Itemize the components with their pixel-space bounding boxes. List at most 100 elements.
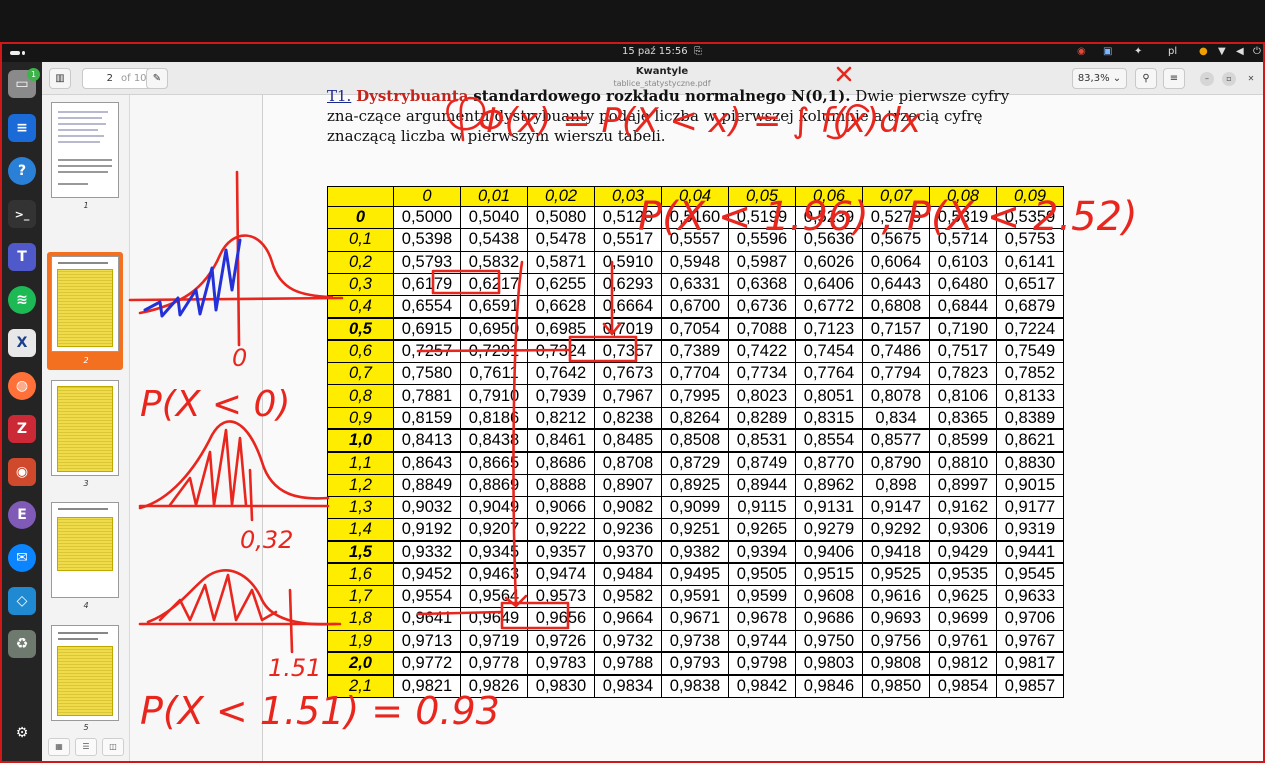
row-header: 1,7 xyxy=(327,585,394,609)
table-cell: 0,5793 xyxy=(393,250,461,274)
document-title: Kwantyle xyxy=(635,66,689,77)
page-thumbnail-4[interactable] xyxy=(51,502,119,598)
row-header: 1,9 xyxy=(327,629,394,653)
column-header: 0,05 xyxy=(728,186,796,207)
minimize-button[interactable]: – xyxy=(1200,72,1214,86)
table-cell: 0,9279 xyxy=(795,518,863,542)
page-thumbnail-1[interactable] xyxy=(51,102,119,198)
thumbnail-label: 1 xyxy=(83,201,89,210)
row-header: 0,7 xyxy=(327,362,394,386)
table-cell: 0,9382 xyxy=(661,539,729,565)
table-cell: 0,7764 xyxy=(795,362,863,386)
table-row: 0,1 0,5398 0,5438 0,5478 0,5517 0,5557 0,5596 0… xyxy=(327,228,1064,252)
table-cell: 0,9370 xyxy=(594,539,662,565)
wifi-icon[interactable]: ▼ xyxy=(1218,46,1226,57)
table-cell: 0,8749 xyxy=(728,451,796,475)
table-cell: 0,5080 xyxy=(527,205,595,230)
table-cell: 0,9463 xyxy=(460,562,528,587)
power-icon[interactable]: ⏻ xyxy=(1253,46,1261,57)
table-cell: 0,5871 xyxy=(527,250,595,274)
thumbnails-view-button[interactable]: ▦ xyxy=(48,738,70,756)
writer-icon[interactable]: ≡ xyxy=(8,114,36,142)
ubuntu-apps-icon[interactable]: ⚙ xyxy=(8,719,36,747)
page-thumbnail-2[interactable] xyxy=(51,256,119,352)
table-heading: T1. Dystrybuanta standardowego rozkładu … xyxy=(327,86,1017,146)
table-cell: 0,8315 xyxy=(795,406,863,430)
table-cell: 0,9332 xyxy=(393,539,461,565)
table-cell: 0,9793 xyxy=(661,651,729,676)
table-row: 1,9 0,9713 0,9719 0,9726 0,9732 0,9738 0,9744 0… xyxy=(327,629,1064,653)
annotations-view-button[interactable]: ◫ xyxy=(102,738,124,756)
annotate-button[interactable]: ✎ xyxy=(146,68,168,89)
table-cell: 0,9474 xyxy=(527,562,595,587)
outline-view-button[interactable]: ☰ xyxy=(75,738,97,756)
table-row: 1,8 0,9641 0,9649 0,9656 0,9664 0,9671 0,9678 0… xyxy=(327,607,1064,631)
viewer-icon[interactable]: ◉ xyxy=(8,458,36,486)
table-cell: 0,9265 xyxy=(728,518,796,542)
table-body: 0 0,5000 0,5040 0,5080 0,5120 0,5160 0,5199 0,5… xyxy=(327,205,1064,698)
table-cell: 0,9251 xyxy=(661,518,729,542)
row-header: 1,1 xyxy=(327,451,394,475)
column-header: 0,04 xyxy=(661,186,729,207)
xmind-icon[interactable]: X xyxy=(8,329,36,357)
maximize-button[interactable]: ▫ xyxy=(1222,72,1236,86)
sidebar-toggle-button[interactable]: ▥ xyxy=(49,68,71,89)
terminal-icon[interactable]: >_ xyxy=(8,200,36,228)
help-icon[interactable]: ? xyxy=(8,157,36,185)
activities-button[interactable] xyxy=(10,51,26,55)
volume-icon[interactable]: ◀ xyxy=(1236,46,1244,57)
teams-icon[interactable]: T xyxy=(8,243,36,271)
table-row: 0,3 0,6179 0,6217 0,6255 0,6293 0,6331 0,6368 0… xyxy=(327,272,1064,297)
table-cell: 0,6985 xyxy=(527,316,595,342)
keyboard-language[interactable]: pl xyxy=(1168,46,1177,57)
page-total: of 10 xyxy=(121,73,147,84)
menu-button[interactable]: ≡ xyxy=(1163,68,1185,89)
app-indicator-icon[interactable]: ▣ xyxy=(1103,46,1112,57)
vscode-icon[interactable]: ◇ xyxy=(8,587,36,615)
table-row: 0,5 0,6915 0,6950 0,6985 0,7019 0,7054 0,7088 0… xyxy=(327,316,1064,342)
row-header: 1,3 xyxy=(327,495,394,520)
table-cell: 0,9772 xyxy=(393,651,461,676)
table-cell: 0,9162 xyxy=(929,495,997,520)
zoom-select[interactable]: 83,3% ⌄ xyxy=(1072,68,1127,89)
table-cell: 0,9726 xyxy=(527,629,595,653)
zotero-icon[interactable]: Z xyxy=(8,415,36,443)
spotify-icon[interactable]: ≋ xyxy=(8,286,36,314)
row-header: 0,3 xyxy=(327,272,394,297)
microphone-icon[interactable]: ● xyxy=(1199,46,1208,57)
table-cell: 0,7157 xyxy=(862,316,930,342)
clock[interactable]: 15 paź 15:56 ⎘ xyxy=(562,46,762,57)
table-cell: 0,9732 xyxy=(594,629,662,653)
table-cell: 0,9857 xyxy=(996,674,1064,698)
table-cell: 0,7054 xyxy=(661,316,729,342)
trash-icon[interactable]: ♻ xyxy=(8,630,36,658)
table-cell: 0,9306 xyxy=(929,518,997,542)
table-row: 2,1 0,9821 0,9826 0,9830 0,9834 0,9838 0,9842 0… xyxy=(327,674,1064,698)
page-thumbnail-3[interactable] xyxy=(51,380,119,476)
emacs-icon[interactable]: E xyxy=(8,501,36,529)
table-cell: 0,9582 xyxy=(594,585,662,609)
table-cell: 0,9850 xyxy=(862,674,930,698)
table-cell: 0,898 xyxy=(862,473,930,497)
table-cell: 0,9713 xyxy=(393,629,461,653)
table-cell: 0,5000 xyxy=(393,205,461,230)
table-cell: 0,9564 xyxy=(460,585,528,609)
table-cell: 0,9099 xyxy=(661,495,729,520)
table-number[interactable]: T1. xyxy=(327,87,351,105)
table-cell: 0,5319 xyxy=(929,205,997,230)
indicator-icon[interactable]: ✦ xyxy=(1134,46,1142,57)
close-button[interactable]: ✕ xyxy=(1244,72,1258,86)
table-cell: 0,9535 xyxy=(929,562,997,587)
table-cell: 0,9761 xyxy=(929,629,997,653)
table-cell: 0,8106 xyxy=(929,384,997,408)
heading-title: standardowego rozkładu normalnego N(0,1)… xyxy=(473,87,851,105)
firefox-icon[interactable]: ◍ xyxy=(8,372,36,400)
table-cell: 0,5948 xyxy=(661,250,729,274)
sidebar-view-switcher: ▦ ☰ ◫ xyxy=(48,738,124,756)
table-cell: 0,9664 xyxy=(594,607,662,631)
thunderbird-icon[interactable]: ✉ xyxy=(8,544,36,572)
table-cell: 0,5279 xyxy=(862,205,930,230)
page-thumbnail-5[interactable] xyxy=(51,625,119,721)
search-button[interactable]: ⚲ xyxy=(1135,68,1157,89)
record-icon[interactable]: ◉ xyxy=(1077,46,1086,57)
